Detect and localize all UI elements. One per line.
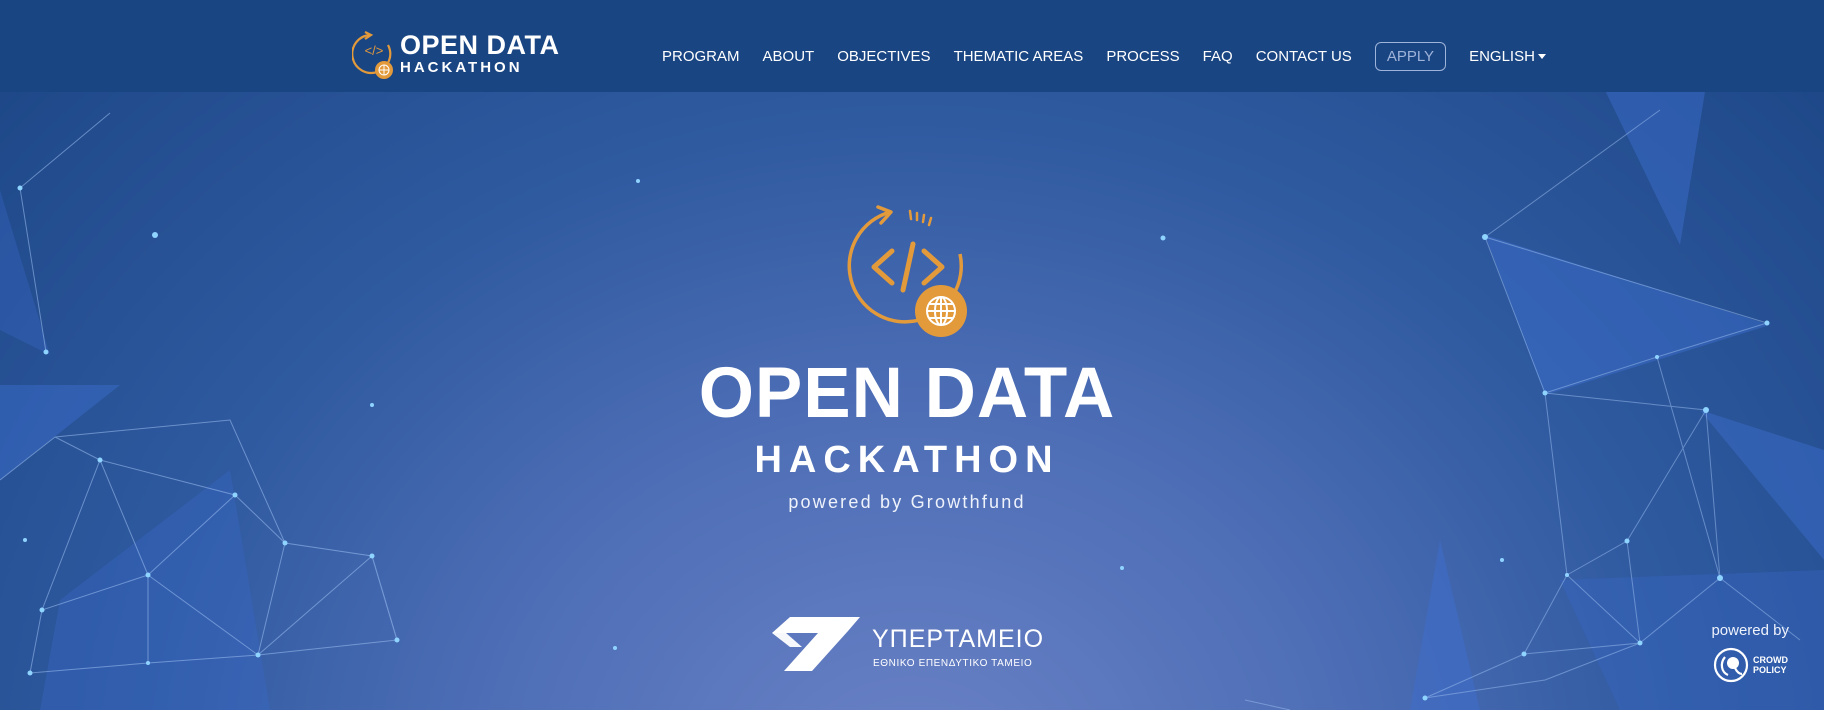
- crowdpolicy-line1: CROWD: [1753, 655, 1788, 665]
- language-label: ENGLISH: [1469, 47, 1535, 65]
- powered-by-label: powered by: [1711, 622, 1789, 639]
- nav-item-thematic-areas[interactable]: THEMATIC AREAS: [954, 48, 1084, 65]
- nav-item-faq[interactable]: FAQ: [1203, 48, 1233, 65]
- apply-button[interactable]: APPLY: [1374, 41, 1447, 71]
- crowdpolicy-icon: [1713, 647, 1749, 683]
- nav-item-about[interactable]: ABOUT: [763, 48, 815, 65]
- nav-item-process[interactable]: PROCESS: [1106, 48, 1179, 65]
- navbar: </> OPEN DATA HACKATHON PROGRAM ABOUT OB…: [0, 0, 1824, 92]
- sponsor-name: ΥΠΕΡΤΑΜΕΙΟ: [872, 625, 1045, 653]
- hero-code-globe-icon: [847, 205, 967, 337]
- brand-title: OPEN DATA: [400, 30, 560, 60]
- hero-powered-by: powered by Growthfund: [788, 492, 1026, 512]
- svg-text:</>: </>: [365, 43, 384, 58]
- hero-subtitle: HACKATHON: [754, 439, 1060, 481]
- hero-title: OPEN DATA: [698, 354, 1116, 433]
- caret-down-icon: [1537, 54, 1546, 60]
- nav-menu: PROGRAM ABOUT OBJECTIVES THEMATIC AREAS …: [662, 41, 1546, 71]
- crowdpolicy-wordmark: CROWD POLICY: [1753, 655, 1788, 675]
- nav-item-objectives[interactable]: OBJECTIVES: [837, 48, 930, 65]
- crowdpolicy-logo[interactable]: CROWD POLICY: [1713, 647, 1789, 685]
- language-dropdown[interactable]: ENGLISH: [1469, 48, 1546, 65]
- crowdpolicy-line2: POLICY: [1753, 665, 1787, 675]
- brand-logo-link[interactable]: </> OPEN DATA HACKATHON: [352, 31, 562, 81]
- nav-item-contact-us[interactable]: CONTACT US: [1256, 48, 1352, 65]
- brand-subtitle: HACKATHON: [400, 59, 523, 76]
- nav-item-program[interactable]: PROGRAM: [662, 48, 740, 65]
- code-globe-icon: </>: [352, 31, 393, 79]
- sponsor-mark-icon: [772, 617, 860, 671]
- sponsor-tagline: ΕΘΝΙΚΟ ΕΠΕΝΔΥΤΙΚΟ ΤΑΜΕΙΟ: [873, 658, 1033, 669]
- sponsor-logo[interactable]: ΥΠΕΡΤΑΜΕΙΟ ΕΘΝΙΚΟ ΕΠΕΝΔΥΤΙΚΟ ΤΑΜΕΙΟ: [772, 617, 1046, 671]
